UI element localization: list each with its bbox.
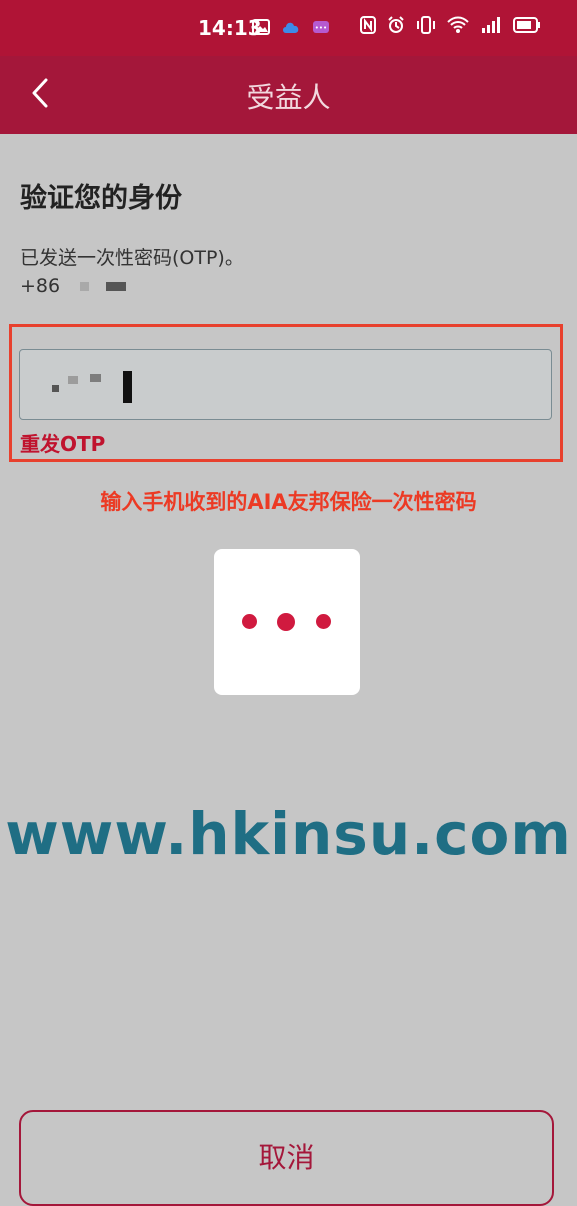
otp-input[interactable] (19, 349, 552, 420)
status-bar: 14:13 ••• (0, 0, 577, 56)
resend-otp-link[interactable]: 重发OTP (20, 428, 105, 457)
svg-text:•••: ••• (315, 24, 327, 32)
masked-otp-digit (52, 385, 59, 392)
phone-prefix: +86 (20, 275, 61, 297)
otp-sent-text: 已发送一次性密码(OTP)。 (20, 247, 244, 269)
cancel-button-label: 取消 (258, 1141, 315, 1174)
annotation-text: 输入手机收到的AIA友邦保险一次性密码 (100, 490, 477, 514)
loading-dot (277, 613, 295, 631)
watermark: www.hkinsu.com (5, 800, 572, 868)
masked-phone-digit (80, 282, 90, 291)
section-title: 验证您的身份 (20, 183, 182, 214)
battery-icon (513, 16, 541, 38)
cloud-icon (281, 19, 301, 39)
nfc-icon (359, 16, 376, 38)
wifi-icon (447, 16, 469, 38)
masked-otp-digit (68, 376, 78, 384)
photo-notification-icon (252, 18, 270, 40)
masked-otp-digit (90, 374, 101, 382)
text-cursor (123, 371, 132, 403)
status-right-icons (354, 16, 541, 38)
app-notification-icon: ••• (312, 19, 330, 39)
vibrate-icon (416, 16, 436, 38)
alarm-icon (387, 16, 405, 38)
phone-number: +86 (20, 275, 127, 299)
loading-dot (316, 614, 331, 629)
masked-phone-digit (106, 282, 127, 291)
signal-icon (480, 16, 502, 38)
loading-dot (242, 614, 257, 629)
page-title: 受益人 (246, 81, 331, 114)
status-left-icons: ••• (252, 18, 336, 38)
loading-indicator (214, 549, 360, 695)
